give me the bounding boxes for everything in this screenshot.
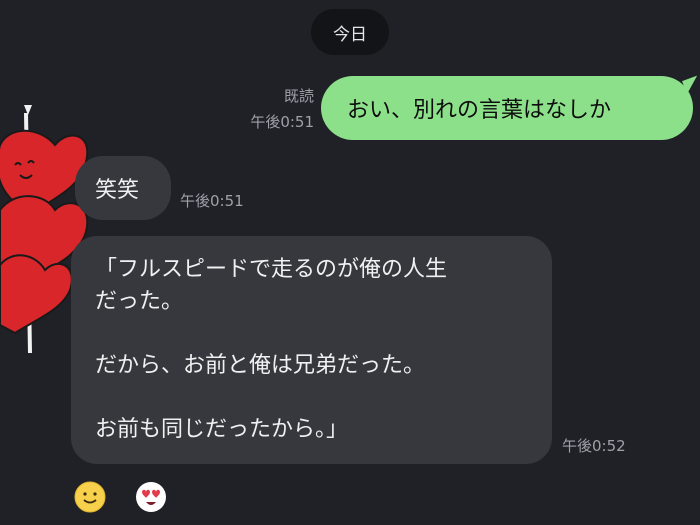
outgoing-message-text: おい、別れの言葉はなしか xyxy=(347,98,612,123)
incoming-message-bubble[interactable]: 笑笑 xyxy=(75,156,171,220)
read-receipt: 既読 xyxy=(283,87,314,105)
message-line: だから、お前と俺は兄弟だった。 xyxy=(95,353,426,378)
incoming-long-timestamp: 午後0:52 xyxy=(562,437,626,455)
outgoing-message-bubble[interactable]: おい、別れの言葉はなしか xyxy=(321,76,693,140)
message-line: だった。 xyxy=(95,289,184,314)
message-line: 「フルスピードで走るのが俺の人生 xyxy=(95,257,448,282)
heart-eyes-emoji-icon[interactable] xyxy=(135,481,167,513)
date-divider: 今日 xyxy=(311,9,389,55)
incoming-message-text: 笑笑 xyxy=(95,178,140,203)
smile-emoji-icon[interactable] xyxy=(74,481,106,513)
outgoing-timestamp: 午後0:51 xyxy=(250,113,314,131)
incoming-long-message-bubble[interactable]: 「フルスピードで走るのが俺の人生 だった。 だから、お前と俺は兄弟だった。 お前… xyxy=(71,236,552,464)
message-line: お前も同じだったから。」 xyxy=(95,417,349,442)
incoming-timestamp: 午後0:51 xyxy=(180,192,244,210)
